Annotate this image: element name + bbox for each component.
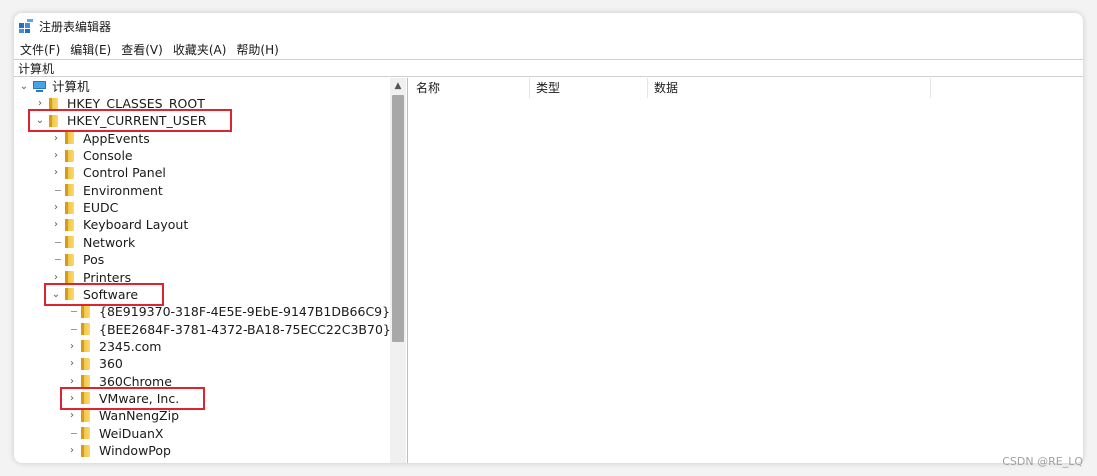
tree-item[interactable]: Pos [50,251,104,268]
tree-item-label: Control Panel [83,165,166,181]
tree-item-label: {BEE2684F-3781-4372-BA18-75ECC22C3B70} [99,321,391,337]
menu-view[interactable]: 查看(V) [116,41,168,58]
folder-icon [65,166,74,179]
menu-help[interactable]: 帮助(H) [231,41,283,58]
folder-icon [81,444,90,457]
tree-scrollbar[interactable]: ▲ [390,78,406,463]
folder-icon [65,132,74,145]
folder-icon [81,357,90,370]
main-panes: ⌄ 计算机 › HKEY_CLASSES_ROOT ⌄ HKEY_CURRENT_US… [14,78,1083,463]
column-header-type[interactable]: 类型 [530,78,648,98]
address-bar[interactable]: 计算机 [14,59,1083,77]
tree-item-label: Console [83,148,133,164]
collapse-chevron-icon[interactable]: › [50,130,62,147]
collapse-chevron-icon[interactable]: › [50,147,62,164]
collapse-chevron-icon[interactable]: › [66,355,78,372]
tree-item-label: WindowPop [99,443,171,458]
collapse-chevron-icon[interactable]: › [50,199,62,216]
folder-icon [65,253,74,266]
values-list[interactable]: 名称 类型 数据 [410,78,1083,463]
window-title: 注册表编辑器 [39,19,112,34]
folder-icon [65,201,74,214]
folder-icon [49,97,58,110]
folder-icon [81,427,90,440]
collapse-chevron-icon[interactable]: › [50,216,62,233]
tree-item[interactable]: › WanNengZip [66,407,179,424]
tree-item[interactable]: › 360 [66,355,123,372]
menu-edit[interactable]: 编辑(E) [65,41,116,58]
folder-icon [81,409,90,422]
tree-item[interactable]: {8E919370-318F-4E5E-9EbE-9147B1DB66C9} [66,303,390,320]
tree-item-label: 360 [99,356,123,372]
tree-item[interactable]: {BEE2684F-3781-4372-BA18-75ECC22C3B70} [66,321,391,338]
tree-item[interactable]: WeiDuanX [66,425,163,442]
watermark: CSDN @RE_LQ [1002,455,1083,468]
folder-icon [81,340,90,353]
folder-icon [65,184,74,197]
folder-icon [81,323,90,336]
tree-item-label: WanNengZip [99,408,180,424]
folder-icon [65,218,74,231]
collapse-chevron-icon[interactable]: › [66,338,78,355]
tree-item-label: AppEvents [83,130,150,146]
registry-editor-window: 注册表编辑器 文件(F) 编辑(E) 查看(V) 收藏夹(A) 帮助(H) 计算… [14,13,1083,463]
menu-bar: 文件(F) 编辑(E) 查看(V) 收藏夹(A) 帮助(H) [14,39,1083,59]
tree-connector-line [50,251,62,268]
tree-item-label: WeiDuanX [99,425,164,441]
tree-connector-line [66,425,78,442]
tree-item[interactable]: › AppEvents [50,130,150,147]
tree-item[interactable]: › Console [50,147,133,164]
highlight-box [28,109,232,132]
collapse-chevron-icon[interactable]: › [66,442,78,459]
tree-item-label: Network [83,234,136,250]
folder-icon [81,375,90,388]
scroll-thumb[interactable] [392,95,404,342]
registry-editor-app-icon [19,19,33,33]
column-header-name[interactable]: 名称 [410,78,530,98]
registry-tree[interactable]: ⌄ 计算机 › HKEY_CLASSES_ROOT ⌄ HKEY_CURRENT_US… [14,78,408,463]
menu-file[interactable]: 文件(F) [14,41,65,58]
tree-item[interactable]: Network [50,234,135,251]
menu-favorites[interactable]: 收藏夹(A) [168,41,232,58]
tree-item[interactable]: › 2345.com [66,338,161,355]
collapse-chevron-icon[interactable]: › [66,407,78,424]
tree-connector-line [50,182,62,199]
title-bar: 注册表编辑器 [14,13,1083,39]
computer-icon [33,80,47,93]
tree-item-label: Environment [83,182,163,198]
scroll-up-arrow-icon[interactable]: ▲ [390,78,406,94]
tree-item-label: 计算机 [52,79,90,94]
tree-item[interactable]: › Control Panel [50,164,166,181]
tree-item[interactable]: Environment [50,182,163,199]
collapse-chevron-icon[interactable]: › [50,164,62,181]
tree-item[interactable]: › EUDC [50,199,118,216]
tree-connector-line [66,321,78,338]
tree-root-computer[interactable]: ⌄ 计算机 [18,78,90,95]
tree-item-label: Pos [83,252,105,268]
expand-chevron-icon[interactable]: ⌄ [18,78,30,95]
column-header-data[interactable]: 数据 [648,78,931,98]
tree-item-label: {8E919370-318F-4E5E-9EbE-9147B1DB66C9} [99,304,391,320]
folder-icon [65,236,74,249]
folder-icon [65,149,74,162]
tree-item-label: 2345.com [99,338,162,354]
folder-icon [81,305,90,318]
folder-icon [65,271,74,283]
tree-item[interactable]: › WindowPop [66,442,171,459]
tree-item-label: EUDC [83,200,119,216]
tree-item[interactable]: › Keyboard Layout [50,216,188,233]
tree-item-label: Keyboard Layout [83,217,189,233]
tree-connector-line [50,234,62,251]
tree-connector-line [66,303,78,320]
